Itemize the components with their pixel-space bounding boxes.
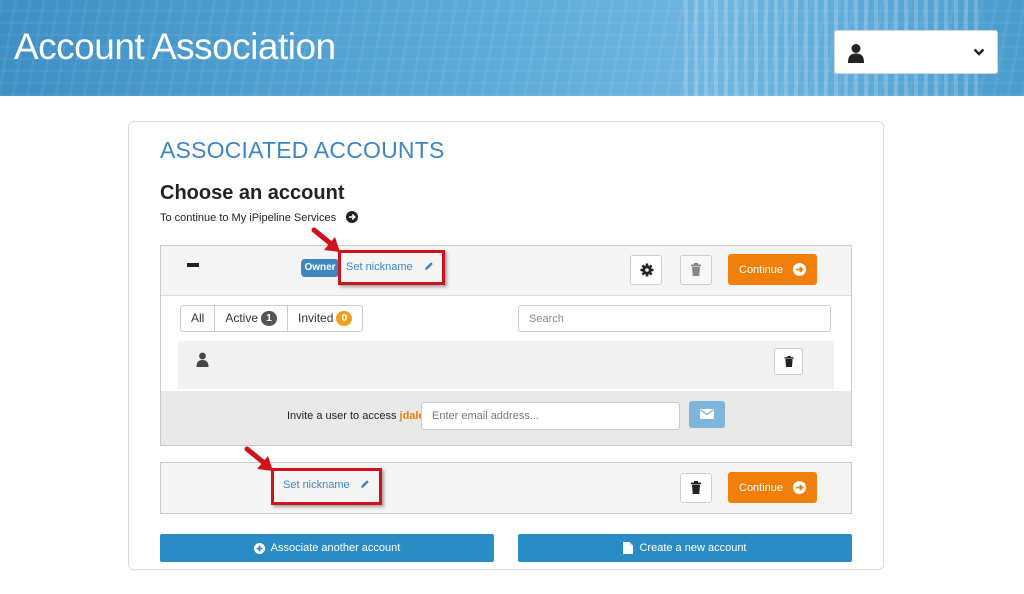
user-icon [848,44,864,63]
plus-circle-icon [253,542,265,554]
trash-icon [784,356,794,367]
gear-icon [640,263,654,277]
envelope-icon [700,409,714,419]
delete-account-button[interactable] [680,473,712,503]
arrow-circle-right-icon [346,211,358,223]
user-list-item [178,341,834,389]
file-icon [623,542,634,554]
create-account-label: Create a new account [639,542,747,554]
create-account-button[interactable]: Create a new account [518,534,852,562]
invite-email-field[interactable] [421,402,680,430]
set-nickname-link[interactable]: Set nickname [346,261,413,273]
continue-button[interactable]: Continue [728,472,817,503]
pencil-icon[interactable] [424,261,434,271]
invited-count-badge: 0 [336,311,353,326]
active-count-badge: 1 [261,311,278,326]
header-banner: Account Association [0,0,1024,96]
continue-label: Continue [739,263,784,276]
choose-account-heading: Choose an account [160,182,345,204]
set-nickname-link[interactable]: Set nickname [283,479,350,491]
arrow-circle-right-icon [793,263,806,276]
pencil-icon[interactable] [360,479,370,489]
search-input[interactable] [518,305,831,332]
send-invite-button[interactable] [689,401,725,428]
continue-label: Continue [739,481,784,494]
user-account-dropdown[interactable] [834,30,998,74]
settings-button[interactable] [630,255,662,285]
section-title: ASSOCIATED ACCOUNTS [160,137,445,163]
annotation-arrow-icon [244,446,273,471]
associate-account-label: Associate another account [270,542,401,554]
user-icon [196,352,209,367]
owner-badge: Owner [301,259,339,277]
filter-active-tab[interactable]: Active 1 [215,306,289,331]
collapse-icon[interactable] [187,263,199,267]
annotation-arrow-icon [311,227,340,252]
invite-label: Invite a user to access jdale [287,410,425,422]
delete-account-button[interactable] [680,255,712,285]
filter-invited-tab[interactable]: Invited 0 [288,306,362,331]
associate-account-button[interactable]: Associate another account [160,534,494,562]
chevron-down-icon [973,48,985,56]
arrow-circle-right-icon [793,481,806,494]
continue-subtext: To continue to My iPipeline Services [160,212,337,224]
trash-icon [691,481,701,494]
page-title: Account Association [14,26,336,67]
remove-user-button[interactable] [774,348,803,375]
trash-icon [691,263,701,276]
continue-button[interactable]: Continue [728,254,817,285]
filter-all-tab[interactable]: All [181,306,216,331]
user-filter-tabs: All Active 1 Invited 0 [180,305,364,332]
